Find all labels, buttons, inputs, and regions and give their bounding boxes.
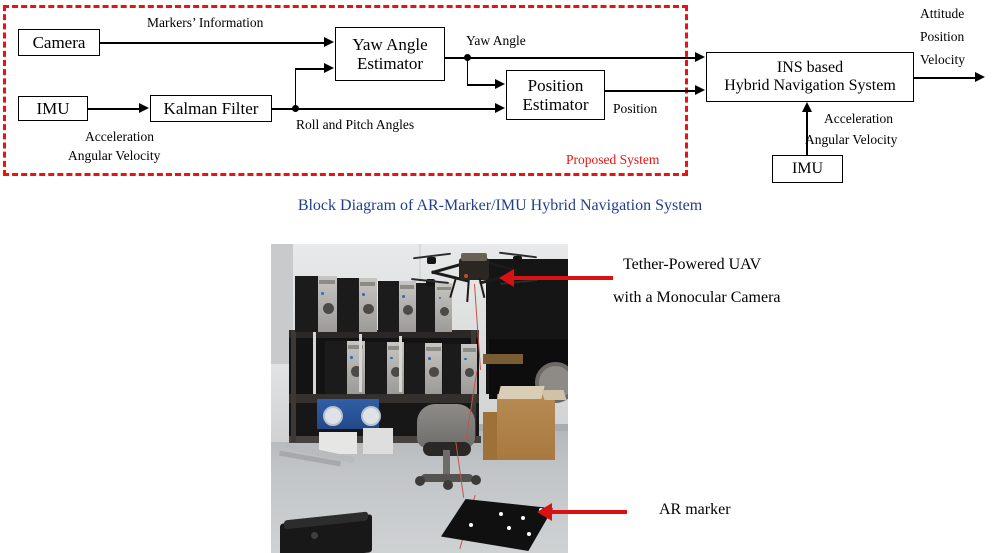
arrowhead-yaw-to-ins — [695, 52, 705, 62]
arrowhead-ins-output — [975, 72, 985, 82]
node-ins-line1: INS based — [776, 59, 844, 77]
photo-uav-indicator-led — [464, 274, 468, 278]
wire-yaw-to-position — [466, 84, 496, 86]
node-camera-label: Camera — [32, 32, 86, 52]
label-output-velocity: Velocity — [920, 52, 965, 67]
node-position-estimator: Position Estimator — [506, 70, 605, 120]
photo-computer-tower — [295, 276, 337, 332]
photo-ar-marker-dot — [507, 526, 511, 530]
photo-computer-tower — [443, 344, 477, 394]
photo-computer-tower — [416, 283, 452, 332]
node-ins-hybrid-navigation-system: INS based Hybrid Navigation System — [706, 52, 914, 102]
annotation-uav-line1: Tether-Powered UAV — [623, 256, 762, 273]
photo-chair-caster — [415, 476, 425, 486]
node-yaw-angle-estimator: Yaw Angle Estimator — [335, 27, 445, 81]
photo-uav-motor — [513, 256, 522, 263]
node-yaw-line1: Yaw Angle — [352, 34, 428, 54]
wire-imu-to-kalman — [88, 108, 140, 110]
label-yaw-angle: Yaw Angle — [466, 33, 526, 48]
photo-ar-marker-dot — [521, 516, 525, 520]
arrowhead-position-to-ins — [695, 85, 705, 95]
annotation-arrow-uav-head — [499, 269, 514, 287]
node-pos-line1: Position — [527, 75, 584, 95]
label-output-attitude: Attitude — [920, 6, 965, 21]
proposed-system-label: Proposed System — [566, 152, 660, 167]
photo-chair-caster — [471, 475, 481, 485]
wire-ins-output — [914, 77, 976, 79]
node-pos-line2: Estimator — [522, 95, 589, 114]
photo-computer-tower — [337, 278, 377, 332]
arrowhead-imu-to-kalman — [139, 103, 149, 113]
wire-yaw-to-ins — [466, 57, 696, 59]
node-imu-left-label: IMU — [36, 98, 70, 118]
photo-uav-motor — [427, 257, 436, 264]
annotation-ar-marker: AR marker — [659, 501, 731, 518]
label-acceleration-left: Acceleration — [85, 129, 154, 144]
node-ins-line2: Hybrid Navigation System — [724, 77, 896, 94]
arrowhead-roll-pitch-to-yaw — [324, 63, 334, 73]
photo-cable — [359, 334, 362, 392]
lab-photograph — [271, 244, 568, 553]
photo-cable — [399, 336, 402, 392]
photo-blue-bin-circle — [361, 406, 381, 426]
node-kalman-filter: Kalman Filter — [150, 95, 272, 122]
photo-ar-marker-dot — [469, 523, 473, 527]
wire-roll-pitch-up — [294, 68, 297, 108]
photo-ar-marker-dot — [527, 532, 531, 536]
arrowhead-imu-right-to-ins — [801, 102, 812, 112]
wire-roll-pitch-to-yaw — [294, 68, 325, 70]
annotation-arrow-marker-head — [537, 503, 552, 521]
annotation-arrow-marker-shaft — [551, 510, 627, 514]
label-acceleration-right: Acceleration — [824, 111, 893, 126]
label-angular-velocity-left: Angular Velocity — [68, 148, 161, 163]
photo-desk — [483, 354, 523, 364]
photo-shelf-leg-left — [291, 330, 296, 442]
photo-blue-bin-circle — [323, 406, 343, 426]
photo-computer-tower — [378, 281, 416, 332]
node-yaw-line2: Estimator — [356, 54, 424, 73]
label-position: Position — [613, 101, 658, 116]
photo-computer-tower — [405, 343, 442, 394]
node-camera: Camera — [18, 29, 100, 56]
figure-root: Proposed System Camera IMU Kalman Filter… — [0, 0, 1000, 553]
photo-ar-marker-dot — [499, 512, 503, 516]
arrowhead-camera-to-yaw — [324, 37, 334, 47]
photo-uav-payload — [461, 253, 487, 261]
wire-yaw-down — [466, 57, 469, 85]
wire-roll-pitch-to-position — [294, 108, 496, 110]
figure-caption: Block Diagram of AR-Marker/IMU Hybrid Na… — [297, 197, 703, 214]
annotation-arrow-uav-shaft — [513, 276, 613, 280]
label-roll-and-pitch-angles: Roll and Pitch Angles — [296, 117, 415, 132]
node-imu-right-label: IMU — [791, 160, 824, 178]
label-angular-velocity-right: Angular Velocity — [805, 132, 898, 147]
wire-camera-to-yaw — [100, 42, 325, 44]
photo-box-flap — [541, 390, 567, 400]
photo-box-flap — [497, 386, 545, 399]
arrowhead-roll-pitch-to-position — [495, 103, 505, 113]
photo-white-box — [363, 428, 393, 454]
annotation-uav-line2: with a Monocular Camera — [613, 289, 781, 306]
label-output-position: Position — [920, 29, 965, 44]
node-kalman-filter-label: Kalman Filter — [163, 98, 259, 118]
photo-chair-caster — [443, 480, 453, 490]
photo-cardboard-box — [497, 394, 555, 460]
photo-cable — [313, 332, 316, 394]
node-imu-right: IMU — [772, 155, 843, 183]
photo-equipment-case-button — [311, 532, 318, 539]
node-imu-left: IMU — [18, 96, 88, 121]
arrowhead-yaw-to-position — [495, 79, 505, 89]
wire-position-to-ins — [605, 90, 695, 92]
label-markers-information: Markers’ Information — [147, 15, 264, 30]
